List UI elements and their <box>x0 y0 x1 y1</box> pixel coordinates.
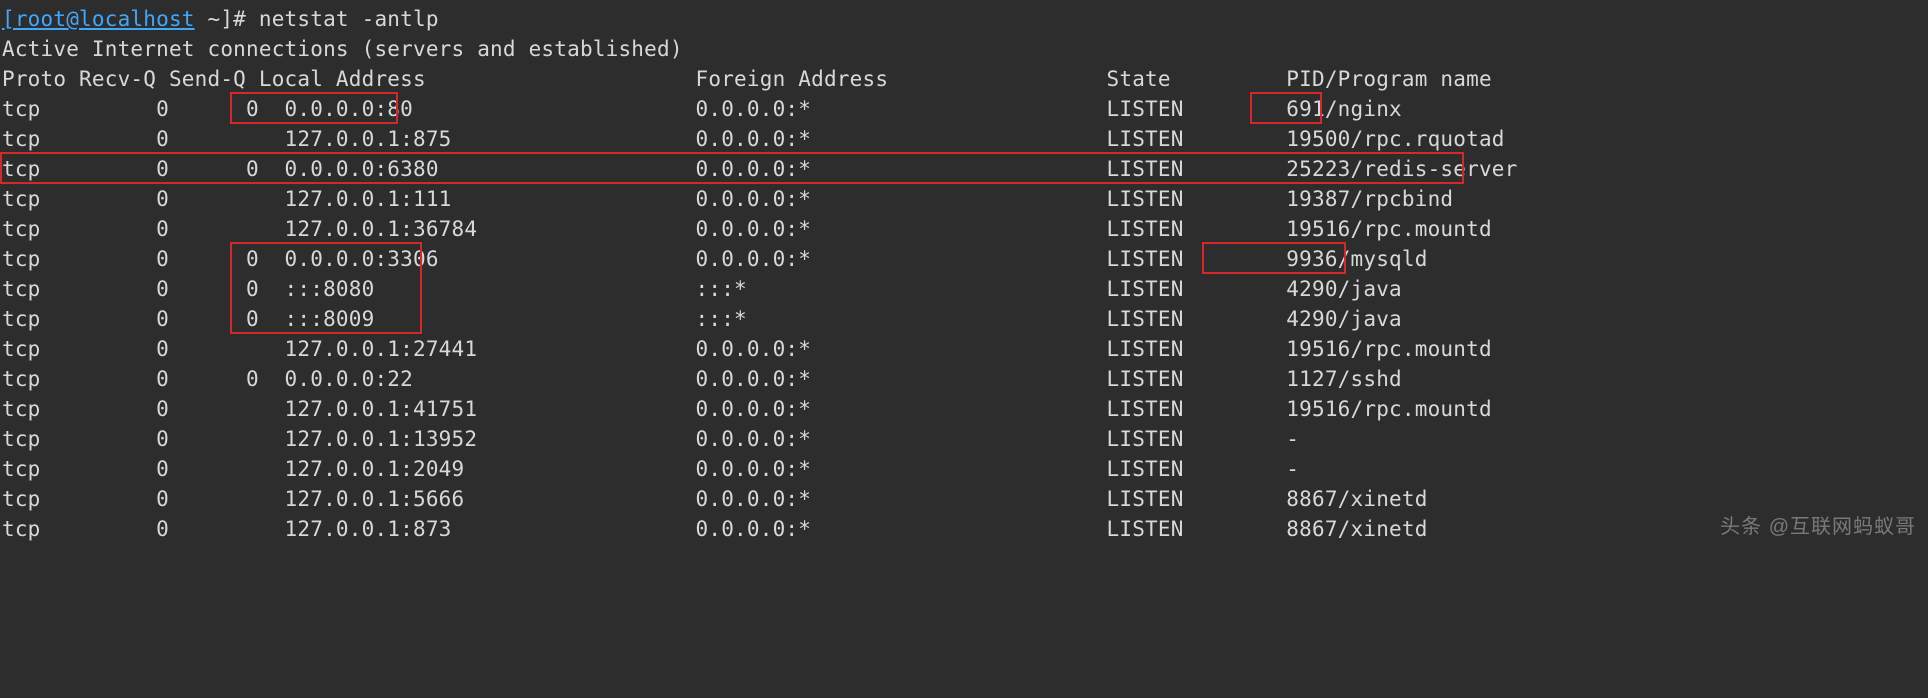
table-row: tcp 0 127.0.0.1:36784 0.0.0.0:* LISTEN 1… <box>2 214 1926 244</box>
table-row: tcp 0 0 0.0.0.0:22 0.0.0.0:* LISTEN 1127… <box>2 364 1926 394</box>
connections-header: Active Internet connections (servers and… <box>2 34 1926 64</box>
table-row: tcp 0 0 :::8080 :::* LISTEN 4290/java <box>2 274 1926 304</box>
table-row: tcp 0 127.0.0.1:41751 0.0.0.0:* LISTEN 1… <box>2 394 1926 424</box>
table-row: tcp 0 127.0.0.1:875 0.0.0.0:* LISTEN 195… <box>2 124 1926 154</box>
table-row: tcp 0 127.0.0.1:111 0.0.0.0:* LISTEN 193… <box>2 184 1926 214</box>
prompt-line: [root@localhost ~]# netstat -antlp <box>2 4 1926 34</box>
table-row: tcp 0 127.0.0.1:27441 0.0.0.0:* LISTEN 1… <box>2 334 1926 364</box>
table-row: tcp 0 127.0.0.1:13952 0.0.0.0:* LISTEN - <box>2 424 1926 454</box>
column-headers: Proto Recv-Q Send-Q Local Address Foreig… <box>2 64 1926 94</box>
terminal-output: [root@localhost ~]# netstat -antlpActive… <box>0 0 1928 548</box>
table-row: tcp 0 127.0.0.1:873 0.0.0.0:* LISTEN 886… <box>2 514 1926 544</box>
prompt-command: netstat -antlp <box>259 7 439 31</box>
table-row: tcp 0 0 0.0.0.0:80 0.0.0.0:* LISTEN 691/… <box>2 94 1926 124</box>
table-row: tcp 0 127.0.0.1:2049 0.0.0.0:* LISTEN - <box>2 454 1926 484</box>
table-row: tcp 0 127.0.0.1:5666 0.0.0.0:* LISTEN 88… <box>2 484 1926 514</box>
prompt-user: [root@localhost <box>2 7 195 31</box>
table-row: tcp 0 0 0.0.0.0:6380 0.0.0.0:* LISTEN 25… <box>2 154 1926 184</box>
table-row: tcp 0 0 0.0.0.0:3306 0.0.0.0:* LISTEN 99… <box>2 244 1926 274</box>
table-row: tcp 0 0 :::8009 :::* LISTEN 4290/java <box>2 304 1926 334</box>
prompt-path: ~]# <box>195 7 259 31</box>
